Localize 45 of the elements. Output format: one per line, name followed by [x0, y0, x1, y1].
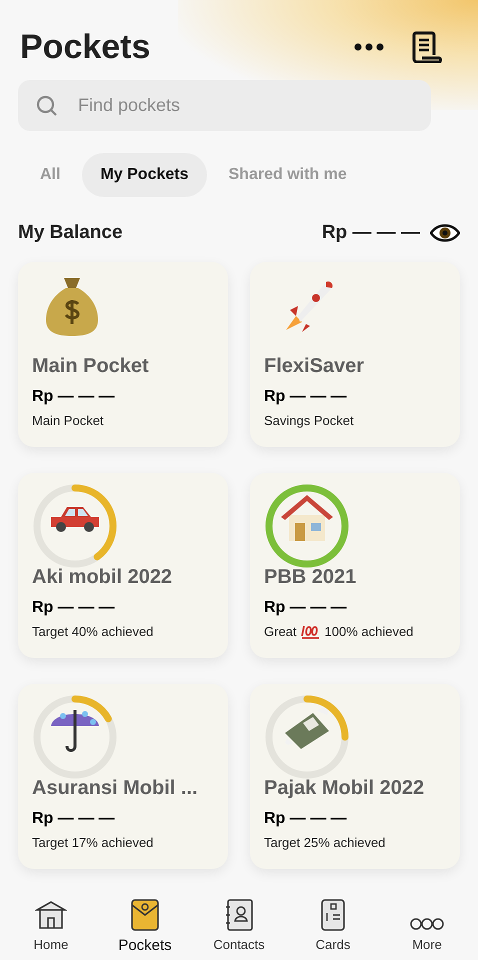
nav-tab[interactable]: Contacts — [196, 897, 282, 954]
filter-tab[interactable]: My Pockets — [82, 153, 206, 197]
pocket-amount: Rp — — — — [32, 809, 116, 829]
pocket-amount: Rp — — — — [264, 809, 348, 829]
search-icon — [36, 95, 58, 117]
nav-tab[interactable]: Home — [8, 897, 94, 954]
search-field[interactable]: Find pockets — [18, 80, 431, 131]
receipt-icon[interactable] — [410, 31, 442, 63]
pocket-card[interactable]: Main Pocket Rp — — — Main Pocket — [18, 262, 228, 446]
eye-icon[interactable] — [430, 223, 460, 244]
balance-label: My Balance — [18, 221, 123, 245]
pocket-amount: Rp — — — — [264, 387, 348, 407]
nav-tab[interactable]: More — [384, 897, 470, 954]
pocket-card[interactable]: FlexiSaver Rp — — — Savings Pocket — [250, 262, 460, 446]
nav-tab[interactable]: Pockets — [102, 897, 188, 958]
nav-tab[interactable]: Cards — [290, 897, 376, 954]
pocket-note: Savings Pocket — [264, 412, 354, 430]
pocket-note: Target 25% achieved — [264, 834, 386, 852]
hundred-points-icon — [300, 624, 321, 640]
pocket-amount: Rp — — — — [32, 598, 116, 618]
pocket-card[interactable]: Asuransi Mobil ... Rp — — — Target 17% achieved — [18, 684, 228, 868]
page-title: Pockets — [20, 26, 150, 68]
pocket-amount: Rp — — — — [32, 387, 116, 407]
card-icon — [321, 899, 345, 931]
pocket-card[interactable]: PBB 2021 Rp — — — Great 100% achieved — [250, 472, 460, 658]
address-book-icon — [225, 899, 253, 931]
pocket-note: Main Pocket — [32, 412, 104, 430]
pocket-name: Aki mobil 2022 — [32, 565, 174, 590]
pocket-name: FlexiSaver — [264, 354, 366, 379]
pocket-note: Great — [264, 623, 297, 641]
pocket-note: 100% achieved — [324, 623, 414, 641]
more-icon[interactable] — [354, 43, 384, 51]
pocket-name: Main Pocket — [32, 354, 150, 379]
house-icon — [35, 899, 67, 931]
pocket-name: PBB 2021 — [264, 565, 358, 590]
pocket-note: Target 40% achieved — [32, 623, 154, 641]
pocket-note: Target 17% achieved — [32, 834, 154, 852]
pocket-name: Pajak Mobil 2022 — [264, 776, 426, 801]
pocket-name: Asuransi Mobil ... — [32, 776, 199, 801]
pocket-icon — [131, 899, 159, 931]
pocket-card[interactable]: Pajak Mobil 2022 Rp — — — Target 25% achieved — [250, 684, 460, 868]
balance-amount: Rp — — — — [322, 221, 420, 245]
pocket-amount: Rp — — — — [264, 598, 348, 618]
more-icon — [410, 917, 444, 931]
pocket-card[interactable]: Aki mobil 2022 Rp — — — Target 40% achieved — [18, 472, 228, 658]
